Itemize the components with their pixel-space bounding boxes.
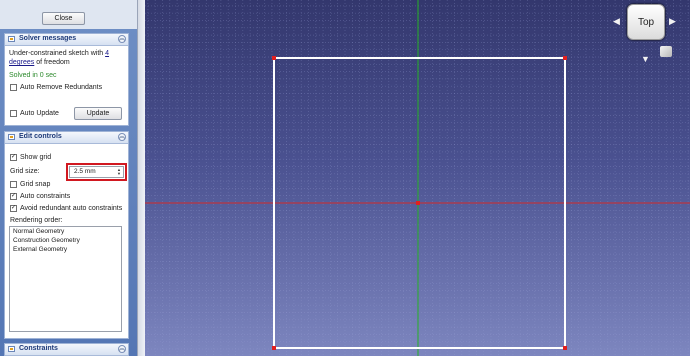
constraints-header[interactable]: Constraints ︽	[5, 344, 128, 356]
list-item[interactable]: External Geometry	[10, 245, 121, 254]
highlight-box	[66, 163, 127, 181]
solved-status: Solved in 0 sec	[9, 72, 57, 79]
arrow-right-icon[interactable]: ▶	[669, 16, 676, 27]
collapse-icon[interactable]: ︽	[118, 35, 126, 43]
edit-controls-header[interactable]: Edit controls ︽	[5, 132, 128, 144]
vertex-top-left[interactable]	[272, 56, 276, 60]
sketch-canvas[interactable]	[145, 0, 690, 356]
auto-constraints-label: Auto constraints	[20, 193, 71, 200]
auto-update-checkbox[interactable]	[10, 110, 17, 117]
list-item[interactable]: Normal Geometry	[10, 227, 121, 236]
mini-cube-icon[interactable]	[660, 46, 672, 57]
vertex-bottom-right[interactable]	[563, 346, 567, 350]
navigation-cube[interactable]: Top	[627, 4, 665, 40]
auto-constraints-checkbox[interactable]: ✓	[10, 193, 17, 200]
edit-controls-box: Edit controls ︽ ✓ Show grid Grid size: 2…	[4, 131, 129, 339]
vertex-bottom-left[interactable]	[272, 346, 276, 350]
grid-snap-label: Grid snap	[20, 181, 51, 188]
avoid-redundant-checkbox[interactable]: ✓	[10, 205, 17, 212]
arrow-left-icon[interactable]: ◀	[613, 16, 620, 27]
3d-viewport[interactable]: Top ◀ ▶ ▼	[145, 0, 690, 356]
constraints-title: Constraints	[19, 345, 58, 352]
grid-size-label: Grid size:	[10, 168, 40, 175]
rendering-order-list[interactable]: Normal Geometry Construction Geometry Ex…	[9, 226, 122, 332]
panel-icon	[8, 134, 15, 140]
collapse-icon[interactable]: ︽	[118, 133, 126, 141]
rendering-order-label: Rendering order:	[10, 217, 63, 224]
auto-remove-redundants-checkbox[interactable]	[10, 84, 17, 91]
auto-update-label: Auto Update	[20, 110, 59, 117]
origin-point[interactable]	[416, 201, 420, 205]
dof-count-link[interactable]: 4	[105, 50, 109, 57]
show-grid-checkbox[interactable]: ✓	[10, 154, 17, 161]
panel-icon	[8, 36, 15, 42]
list-item[interactable]: Construction Geometry	[10, 236, 121, 245]
dof-message-prefix: Under-constrained sketch with	[9, 50, 104, 57]
panel-header-area: Close	[0, 0, 137, 29]
panel-splitter[interactable]	[137, 0, 145, 356]
constraints-box: Constraints ︽	[4, 343, 129, 356]
panel-icon	[8, 346, 15, 352]
auto-remove-redundants-label: Auto Remove Redundants	[20, 84, 103, 91]
collapse-icon[interactable]: ︽	[118, 345, 126, 353]
grid-snap-checkbox[interactable]	[10, 181, 17, 188]
dof-message-line2: degrees of freedom	[9, 59, 70, 66]
dof-message-suffix: of freedom	[36, 59, 70, 66]
solver-messages-title: Solver messages	[19, 35, 77, 42]
arrow-down-icon[interactable]: ▼	[641, 54, 650, 64]
edit-controls-title: Edit controls	[19, 133, 62, 140]
update-button[interactable]: Update	[74, 107, 122, 120]
dof-message-line1: Under-constrained sketch with 4	[9, 50, 109, 57]
close-button[interactable]: Close	[42, 12, 85, 25]
task-panel: Close Solver messages ︽ Under-constraine…	[0, 0, 137, 356]
vertex-top-right[interactable]	[563, 56, 567, 60]
show-grid-label: Show grid	[20, 154, 52, 161]
dof-link[interactable]: degrees	[9, 59, 34, 66]
solver-messages-box: Solver messages ︽ Under-constrained sket…	[4, 33, 129, 126]
avoid-redundant-label: Avoid redundant auto constraints	[20, 205, 123, 212]
solver-messages-header[interactable]: Solver messages ︽	[5, 34, 128, 46]
